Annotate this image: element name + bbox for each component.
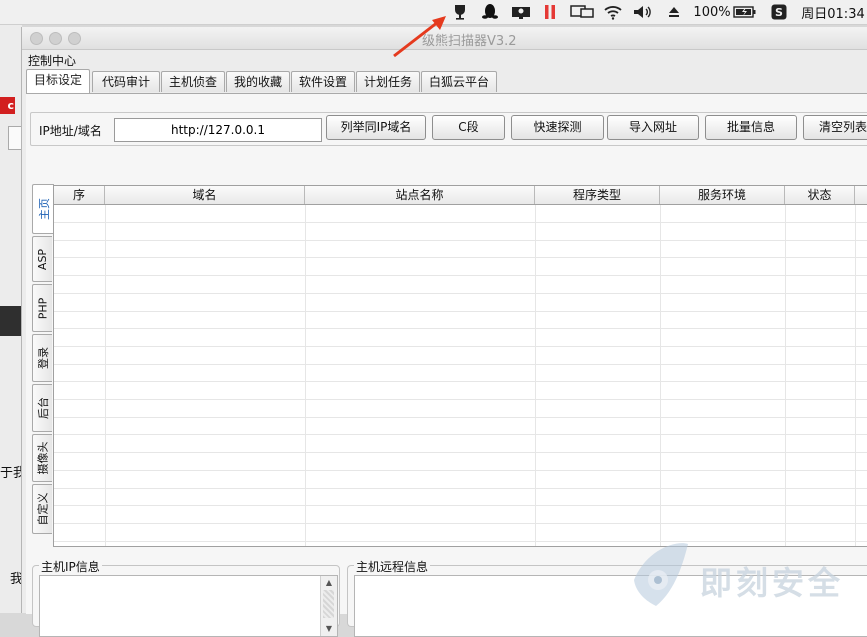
batch-info-button[interactable]: 批量信息 bbox=[705, 115, 797, 140]
side-tab-asp[interactable]: ASP bbox=[32, 236, 52, 282]
side-tab-label: ASP bbox=[36, 248, 50, 270]
eject-icon[interactable] bbox=[664, 3, 684, 21]
table-column-divider bbox=[535, 205, 536, 546]
table-row[interactable] bbox=[54, 328, 867, 330]
side-tab-label: 摄像头 bbox=[36, 441, 50, 475]
column-header-site-name[interactable]: 站点名称 bbox=[305, 186, 535, 204]
scanner-window: 级熊扫描器V3.2 控制中心 目标设定 代码审计 主机侦查 我的收藏 软件设置 … bbox=[21, 27, 867, 637]
sogou-input-icon[interactable]: S bbox=[770, 3, 788, 21]
column-header-index[interactable]: 序 bbox=[54, 186, 105, 204]
table-column-divider bbox=[785, 205, 786, 546]
svg-text:S: S bbox=[775, 6, 783, 19]
column-header-domain[interactable]: 域名 bbox=[105, 186, 305, 204]
table-row[interactable] bbox=[54, 239, 867, 241]
column-header-status[interactable]: 状态 bbox=[785, 186, 855, 204]
table-row[interactable] bbox=[54, 363, 867, 365]
wine-glass-icon[interactable] bbox=[450, 3, 470, 21]
watermark-text: 即刻安全 bbox=[700, 564, 845, 602]
results-table[interactable]: 序 域名 站点名称 程序类型 服务环境 状态 bbox=[53, 185, 867, 547]
quick-probe-button[interactable]: 快速探测 bbox=[511, 115, 604, 140]
table-row[interactable] bbox=[54, 487, 867, 489]
volume-icon[interactable] bbox=[632, 3, 654, 21]
background-app-logo: c bbox=[0, 97, 15, 114]
host-remote-info-title: 主机远程信息 bbox=[354, 558, 431, 575]
clear-list-button[interactable]: 清空列表 bbox=[803, 115, 867, 140]
target-settings-panel: IP地址/域名 列举同IP域名 C段 快速探测 导入网址 批量信息 清空列表 主… bbox=[26, 93, 867, 637]
scroll-thumb[interactable] bbox=[323, 590, 334, 618]
wifi-icon[interactable] bbox=[602, 3, 624, 21]
tab-host-recon[interactable]: 主机侦查 bbox=[161, 71, 225, 92]
menu-control-center[interactable]: 控制中心 bbox=[28, 52, 76, 69]
table-row[interactable] bbox=[54, 275, 867, 277]
tab-white-fox-cloud[interactable]: 白狐云平台 bbox=[421, 71, 497, 92]
c-segment-button[interactable]: C段 bbox=[432, 115, 505, 140]
table-row[interactable] bbox=[54, 257, 867, 259]
side-tab-custom[interactable]: 自定义 bbox=[32, 484, 52, 534]
table-row[interactable] bbox=[54, 310, 867, 312]
qq-penguin-icon[interactable] bbox=[480, 3, 500, 21]
host-ip-info-title: 主机IP信息 bbox=[39, 558, 102, 575]
table-row[interactable] bbox=[54, 505, 867, 507]
battery-percent: 100% bbox=[693, 4, 731, 20]
scroll-up-icon[interactable]: ▲ bbox=[321, 576, 337, 590]
side-tab-php[interactable]: PHP bbox=[32, 284, 52, 332]
table-header: 序 域名 站点名称 程序类型 服务环境 状态 bbox=[54, 186, 867, 205]
side-tab-camera[interactable]: 摄像头 bbox=[32, 434, 52, 482]
menubar-clock[interactable]: 周日01:34 bbox=[800, 3, 866, 22]
table-row[interactable] bbox=[54, 345, 867, 347]
host-ip-info-textarea[interactable]: ▲ ▼ bbox=[39, 575, 338, 637]
side-tab-backend[interactable]: 后台 bbox=[32, 384, 52, 432]
table-column-divider bbox=[660, 205, 661, 546]
ip-domain-input[interactable] bbox=[114, 118, 322, 142]
column-header-server-env[interactable]: 服务环境 bbox=[660, 186, 785, 204]
side-tab-label: 主页 bbox=[37, 198, 51, 220]
target-input-group: IP地址/域名 列举同IP域名 C段 快速探测 导入网址 批量信息 清空列表 bbox=[30, 112, 867, 146]
tab-my-favorites[interactable]: 我的收藏 bbox=[226, 71, 290, 92]
side-tab-label: PHP bbox=[36, 297, 50, 319]
background-app-dark-bar bbox=[0, 306, 22, 336]
table-row[interactable] bbox=[54, 292, 867, 294]
side-tab-label: 登录 bbox=[36, 347, 50, 369]
table-row[interactable] bbox=[54, 434, 867, 436]
table-row[interactable] bbox=[54, 399, 867, 400]
window-minimize-button[interactable] bbox=[49, 32, 62, 45]
window-zoom-button[interactable] bbox=[68, 32, 81, 45]
table-row[interactable] bbox=[54, 381, 867, 383]
tab-software-settings[interactable]: 软件设置 bbox=[291, 71, 355, 92]
column-header-program-type[interactable]: 程序类型 bbox=[535, 186, 660, 204]
table-row[interactable] bbox=[54, 522, 867, 524]
table-row[interactable] bbox=[54, 222, 867, 223]
window-close-button[interactable] bbox=[30, 32, 43, 45]
list-same-ip-domains-button[interactable]: 列举同IP域名 bbox=[326, 115, 426, 140]
tab-scheduled-tasks[interactable]: 计划任务 bbox=[356, 71, 420, 92]
import-urls-button[interactable]: 导入网址 bbox=[607, 115, 699, 140]
ip-domain-label: IP地址/域名 bbox=[39, 124, 102, 138]
tab-target-settings[interactable]: 目标设定 bbox=[26, 69, 90, 93]
side-tab-label: 自定义 bbox=[36, 492, 50, 526]
screen-mirror-icon[interactable] bbox=[569, 3, 595, 21]
side-tab-home[interactable]: 主页 bbox=[32, 184, 54, 234]
side-tab-login[interactable]: 登录 bbox=[32, 334, 52, 382]
table-row[interactable] bbox=[54, 452, 867, 454]
host-ip-info-scrollbar[interactable]: ▲ ▼ bbox=[320, 576, 337, 636]
host-ip-info-group: 主机IP信息 ▲ ▼ bbox=[32, 558, 340, 637]
table-row[interactable] bbox=[54, 469, 867, 471]
tab-code-audit[interactable]: 代码审计 bbox=[92, 71, 160, 92]
contacts-icon[interactable] bbox=[511, 3, 531, 21]
side-tab-label: 后台 bbox=[36, 397, 50, 419]
table-column-divider bbox=[305, 205, 306, 546]
table-row[interactable] bbox=[54, 416, 867, 418]
table-column-divider bbox=[105, 205, 106, 546]
scroll-down-icon[interactable]: ▼ bbox=[321, 622, 337, 636]
pause-icon[interactable] bbox=[540, 3, 560, 21]
table-column-divider bbox=[855, 205, 856, 546]
annotation-arrow-icon bbox=[393, 16, 446, 58]
battery-icon[interactable] bbox=[732, 3, 758, 21]
